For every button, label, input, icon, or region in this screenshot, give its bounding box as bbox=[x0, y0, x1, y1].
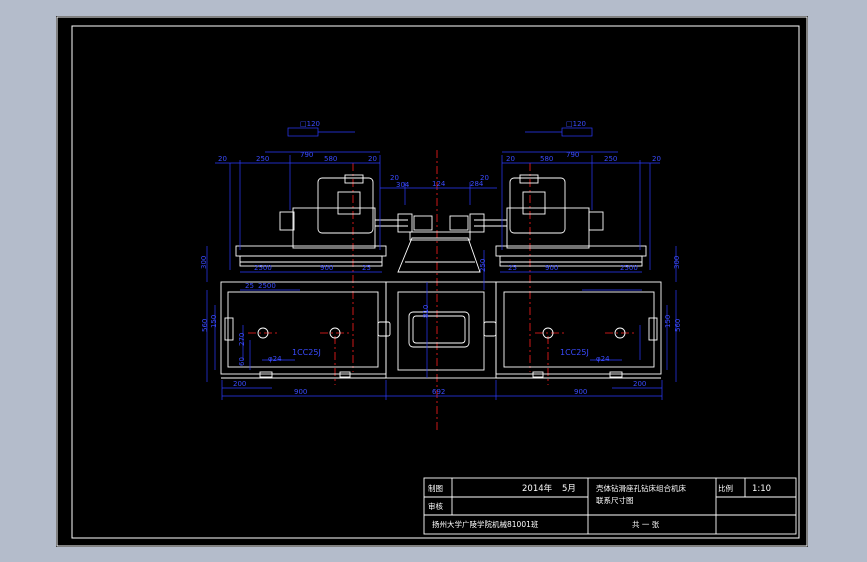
dim-left-v2: 150 bbox=[210, 315, 218, 328]
dim-top-left-a: 20 bbox=[218, 155, 227, 163]
dim-dia-left: φ24 bbox=[268, 355, 282, 363]
dim-center-a: 124 bbox=[432, 180, 446, 188]
base-right-label: 1CC25J bbox=[560, 348, 589, 357]
label-drawn: 制图 bbox=[428, 483, 443, 493]
dim-slide-right-b: 25 bbox=[508, 264, 517, 272]
dim-top-right-a: 20 bbox=[652, 155, 661, 163]
date-year: 2014年 bbox=[522, 483, 553, 494]
dim-bottom-right-small: 200 bbox=[633, 380, 646, 388]
dim-left-v3: 270 bbox=[238, 333, 246, 346]
dim-bottom-left: 900 bbox=[294, 388, 307, 396]
dim-left-v1: 560 bbox=[201, 319, 209, 332]
dim-top-right-c: 790 bbox=[566, 151, 579, 159]
dim-top-right-b: 250 bbox=[604, 155, 617, 163]
dim-spindle-left: □120 bbox=[300, 120, 320, 128]
dim-dia-right: φ24 bbox=[596, 355, 610, 363]
dim-slide-right-c: 2500 bbox=[620, 264, 638, 272]
dim-bottom-center: 692 bbox=[432, 388, 445, 396]
dim-top-left-d: 580 bbox=[324, 155, 337, 163]
sheet-count: 共 一 张 bbox=[632, 520, 660, 529]
dim-small-b: 2500 bbox=[258, 282, 276, 290]
dim-left-stroke: 304 bbox=[396, 181, 410, 189]
dim-small-a: 25 bbox=[245, 282, 254, 290]
dim-left-height: 300 bbox=[200, 256, 208, 269]
dim-top-left-b: 250 bbox=[256, 155, 269, 163]
dim-slide-left-b: 25 bbox=[362, 264, 371, 272]
drawing-sheet bbox=[56, 16, 808, 547]
dim-top-right-d: 580 bbox=[540, 155, 553, 163]
dim-right-height: 300 bbox=[673, 256, 681, 269]
dim-slide-left-c: 2500 bbox=[254, 264, 272, 272]
dim-slide-right-a: 900 bbox=[545, 264, 558, 272]
dim-top-left-c: 790 bbox=[300, 151, 313, 159]
dim-bottom-right: 900 bbox=[574, 388, 587, 396]
dim-slide-left-a: 900 bbox=[320, 264, 333, 272]
dim-center-c: 20 bbox=[480, 174, 489, 182]
dim-center-v2: 250 bbox=[479, 259, 487, 272]
dim-top-right-e: 20 bbox=[506, 155, 515, 163]
drawing-title-line2: 联系尺寸图 bbox=[596, 495, 634, 505]
dim-spindle-right: □120 bbox=[566, 120, 586, 128]
dim-top-left-e: 20 bbox=[368, 155, 377, 163]
dim-bottom-left-small: 200 bbox=[233, 380, 246, 388]
scale-label: 比例 bbox=[718, 483, 733, 493]
base-left-label: 1CC25J bbox=[292, 348, 321, 357]
dim-right-v1: 560 bbox=[674, 319, 682, 332]
drawing-title-line1: 壳体钻滑座孔钻床组合机床 bbox=[596, 483, 686, 493]
scale-value: 1:10 bbox=[752, 484, 771, 494]
label-review: 审核 bbox=[428, 501, 443, 511]
cad-drawing-canvas: 20 250 790 580 20 20 250 790 580 20 □120… bbox=[56, 16, 808, 547]
dim-left-v4: 60 bbox=[238, 357, 246, 366]
dim-right-v2: 150 bbox=[664, 315, 672, 328]
school-name: 扬州大学广陵学院机械81001班 bbox=[432, 519, 539, 529]
dim-center-v: 810 bbox=[422, 305, 430, 318]
date-month: 5月 bbox=[562, 484, 576, 494]
